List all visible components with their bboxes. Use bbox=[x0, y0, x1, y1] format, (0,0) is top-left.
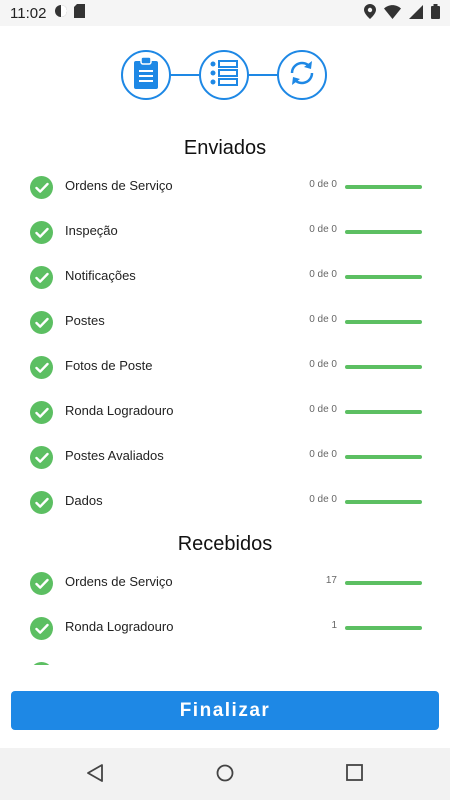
item-count: 17 bbox=[325, 575, 337, 586]
item-label: Dados bbox=[65, 493, 103, 508]
clipboard-icon bbox=[133, 55, 159, 94]
item-label: Postes Avaliados bbox=[65, 448, 164, 463]
list-item: Notificações 0 de 0 bbox=[0, 254, 450, 299]
sd-card-icon bbox=[74, 4, 86, 22]
item-label: Ordens de Serviço bbox=[65, 574, 173, 589]
sync-icon bbox=[286, 57, 318, 94]
list-item: Ordens de Serviço 17 bbox=[0, 560, 450, 605]
item-label: Ordens de Serviço bbox=[65, 178, 173, 193]
enviados-list: Ordens de Serviço 0 de 0 Inspeção 0 de 0 Not… bbox=[0, 164, 450, 524]
item-label: Fotos de Poste bbox=[65, 358, 153, 373]
check-circle-icon bbox=[30, 662, 53, 665]
back-icon[interactable] bbox=[86, 764, 104, 787]
item-label: Ronda Logradouro bbox=[65, 403, 174, 418]
progress-bar bbox=[345, 320, 422, 324]
progress-bar bbox=[345, 230, 422, 234]
list-item: Postes Avaliados 0 de 0 bbox=[0, 434, 450, 479]
progress-bar bbox=[345, 581, 422, 585]
step-sync bbox=[277, 50, 327, 100]
progress-fill bbox=[345, 185, 422, 189]
check-circle-icon bbox=[30, 221, 53, 244]
sync-list[interactable]: Enviados Ordens de Serviço 0 de 0 Inspeção… bbox=[0, 128, 450, 665]
item-count: 0 de 0 bbox=[309, 359, 337, 370]
item-label: Ronda Logradouro bbox=[65, 619, 174, 634]
navigation-bar bbox=[0, 748, 450, 800]
progress-fill bbox=[345, 230, 422, 234]
home-icon[interactable] bbox=[216, 764, 234, 787]
list-item: Ordens de Serviço 0 de 0 bbox=[0, 164, 450, 209]
item-count: 1 bbox=[331, 620, 337, 631]
signal-icon bbox=[409, 4, 423, 23]
progress-fill bbox=[345, 410, 422, 414]
status-bar: 11:02 bbox=[0, 0, 450, 26]
progress-bar bbox=[345, 455, 422, 459]
progress-fill bbox=[345, 320, 422, 324]
list-item bbox=[0, 650, 450, 665]
progress-bar bbox=[345, 365, 422, 369]
list-item: Inspeção 0 de 0 bbox=[0, 209, 450, 254]
progress-fill bbox=[345, 500, 422, 504]
finalize-button[interactable]: Finalizar bbox=[11, 691, 439, 730]
check-circle-icon bbox=[30, 356, 53, 379]
item-count: 0 de 0 bbox=[309, 404, 337, 415]
location-icon bbox=[364, 4, 376, 23]
item-label: Inspeção bbox=[65, 223, 118, 238]
list-item: Ronda Logradouro 1 bbox=[0, 605, 450, 650]
check-circle-icon bbox=[30, 311, 53, 334]
list-item: Postes 0 de 0 bbox=[0, 299, 450, 344]
progress-fill bbox=[345, 365, 422, 369]
step-clipboard bbox=[121, 50, 171, 100]
item-label: Notificações bbox=[65, 268, 136, 283]
progress-bar bbox=[345, 500, 422, 504]
recents-icon[interactable] bbox=[346, 764, 363, 786]
progress-bar bbox=[345, 626, 422, 630]
progress-fill bbox=[345, 455, 422, 459]
battery-icon bbox=[431, 4, 440, 23]
section-title-enviados: Enviados bbox=[183, 137, 267, 159]
item-count: 0 de 0 bbox=[309, 494, 337, 505]
wifi-icon bbox=[384, 4, 401, 23]
progress-bar bbox=[345, 185, 422, 189]
progress-stepper bbox=[0, 50, 450, 100]
check-circle-icon bbox=[30, 176, 53, 199]
check-circle-icon bbox=[30, 446, 53, 469]
status-time: 11:02 bbox=[10, 4, 47, 22]
stepper-connector bbox=[170, 74, 200, 76]
item-count: 0 de 0 bbox=[309, 314, 337, 325]
progress-fill bbox=[345, 275, 422, 279]
progress-fill bbox=[345, 581, 422, 585]
check-circle-icon bbox=[30, 266, 53, 289]
item-count: 0 de 0 bbox=[309, 179, 337, 190]
list-icon bbox=[209, 59, 239, 91]
item-count: 0 de 0 bbox=[309, 224, 337, 235]
progress-bar bbox=[345, 410, 422, 414]
section-title-recebidos: Recebidos bbox=[177, 533, 273, 555]
progress-fill bbox=[345, 626, 422, 630]
list-item: Dados 0 de 0 bbox=[0, 479, 450, 524]
check-circle-icon bbox=[30, 401, 53, 424]
recebidos-list: Ordens de Serviço 17 Ronda Logradouro 1 bbox=[0, 560, 450, 665]
list-item: Fotos de Poste 0 de 0 bbox=[0, 344, 450, 389]
item-label: Postes bbox=[65, 313, 105, 328]
item-count: 0 de 0 bbox=[309, 449, 337, 460]
item-count: 0 de 0 bbox=[309, 269, 337, 280]
circle-status-icon bbox=[54, 4, 68, 22]
stepper-connector bbox=[248, 74, 278, 76]
progress-bar bbox=[345, 275, 422, 279]
list-item: Ronda Logradouro 0 de 0 bbox=[0, 389, 450, 434]
step-list bbox=[199, 50, 249, 100]
check-circle-icon bbox=[30, 572, 53, 595]
check-circle-icon bbox=[30, 617, 53, 640]
check-circle-icon bbox=[30, 491, 53, 514]
